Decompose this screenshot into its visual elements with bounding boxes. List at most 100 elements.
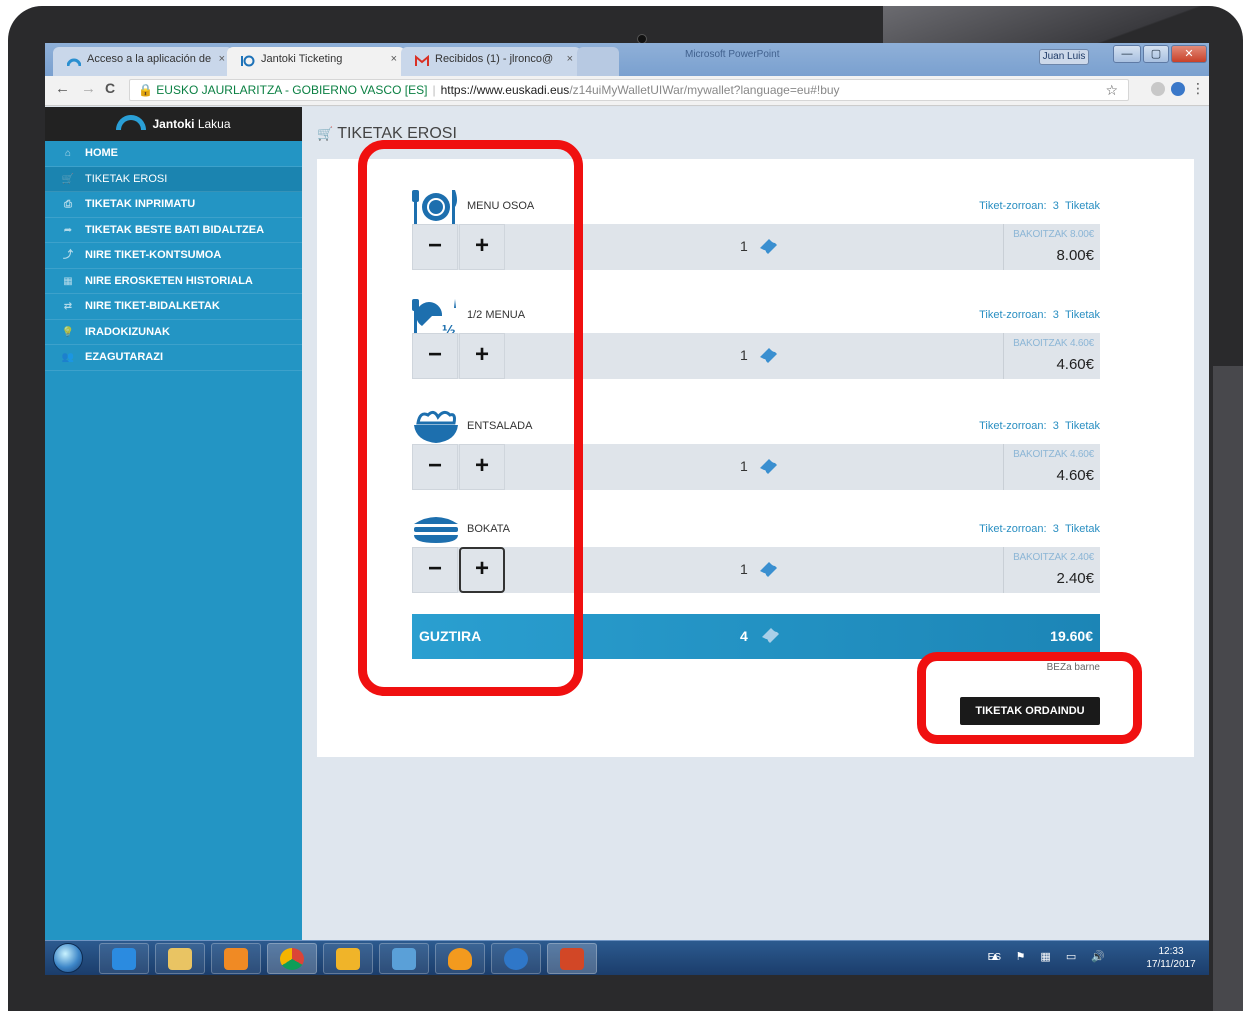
sidebar-item-label: NIRE EROSKETEN HISTORIALA (85, 274, 253, 287)
reload-icon[interactable]: C (105, 80, 115, 96)
bezel-side (1213, 366, 1243, 1011)
skype-icon (504, 948, 528, 970)
tab-label: Acceso a la aplicación de (87, 53, 212, 65)
url-input[interactable]: 🔒 EUSKO JAURLARITZA - GOBIERNO VASCO [ES… (129, 79, 1129, 101)
back-icon[interactable]: ← (55, 80, 70, 97)
taskbar-explorer[interactable] (155, 943, 205, 974)
browser-tabstrip: Acceso a la aplicación de × Jantoki Tick… (45, 43, 1209, 76)
sidebar-item-label: TIKETAK EROSI (85, 172, 168, 185)
arch-logo-icon (67, 58, 81, 67)
windows-taskbar: ES ▲ ⚑ ▦ ▭ 🔊 12:33 17/11/2017 (45, 940, 1209, 975)
taskbar-app[interactable] (379, 943, 429, 974)
ticket-icon (760, 459, 777, 474)
screen: Acceso a la aplicación de × Jantoki Tick… (45, 43, 1209, 975)
butterfly-icon (448, 948, 472, 970)
taskbar-powerpoint[interactable] (547, 943, 597, 974)
ticket-icon (760, 348, 777, 363)
ticket-icon (760, 562, 777, 577)
cart-icon: 🛒 (61, 173, 75, 185)
gmail-icon (415, 55, 429, 66)
unit-price-box: BAKOITZAK 4.60€ 4.60€ (1003, 333, 1100, 379)
clock-date: 17/11/2017 (1146, 959, 1196, 970)
sidebar-item-label: EZAGUTARAZI (85, 351, 164, 363)
media-player-icon (224, 948, 248, 970)
minimize-button[interactable]: — (1113, 45, 1141, 63)
sidebar-item-label: TIKETAK BESTE BATI BIDALTZEA (85, 223, 265, 236)
sidebar-item-purchase-history[interactable]: ▦ NIRE EROSKETEN HISTORIALA (45, 269, 302, 294)
wallet-availability: Tiket-zorroan: 3 Tiketak (979, 420, 1100, 432)
start-button[interactable] (53, 943, 83, 973)
share-icon: ➦ (63, 224, 73, 236)
clock-time: 12:33 (1158, 946, 1184, 957)
unit-price-label: BAKOITZAK 2.40€ (1013, 552, 1094, 563)
quantity-value: 1 (740, 347, 748, 363)
powerpoint-icon (560, 948, 584, 970)
unit-price-label: BAKOITZAK 8.00€ (1013, 229, 1094, 240)
internet-explorer-icon (112, 948, 136, 970)
users-icon: 👥 (61, 352, 75, 363)
tray-icons[interactable]: ▲ ⚑ ▦ ▭ 🔊 (990, 950, 1111, 963)
tab-close-icon[interactable]: × (219, 53, 225, 65)
sidebar-item-home[interactable]: ⌂ HOME (45, 141, 302, 167)
taskbar-ie[interactable] (99, 943, 149, 974)
print-icon: ⎙ (64, 199, 72, 210)
window-title-fragment: Microsoft PowerPoint (685, 49, 780, 60)
taskbar-butterfly[interactable] (435, 943, 485, 974)
bookmark-star-icon[interactable]: ☆ (1105, 80, 1118, 100)
tab-acceso[interactable]: Acceso a la aplicación de × (53, 47, 233, 76)
profile-chip[interactable]: Juan Luis (1039, 49, 1089, 65)
price: 2.40€ (1056, 570, 1094, 587)
sidebar-item-print-tickets[interactable]: ⎙ TIKETAK INPRIMATU (45, 192, 302, 218)
sidebar-item-label: NIRE TIKET-BIDALKETAK (85, 300, 220, 312)
highlight-pay-button (917, 652, 1142, 744)
url-host: https://www.euskadi.eus (440, 83, 570, 97)
sidebar-item-transfers[interactable]: ⇄ NIRE TIKET-BIDALKETAK (45, 294, 302, 320)
unit-price-label: BAKOITZAK 4.60€ (1013, 338, 1094, 349)
brand[interactable]: Jantoki Lakua (45, 107, 302, 141)
home-icon: ⌂ (64, 148, 72, 159)
main-content: 🛒 TIKETAK EROSI MENU OSOA Tiket-zorroan: … (302, 107, 1209, 940)
sidebar-item-suggestions[interactable]: 💡 IRADOKIZUNAK (45, 320, 302, 345)
tab-close-icon[interactable]: × (567, 53, 573, 65)
sidebar-item-introduce[interactable]: 👥 EZAGUTARAZI (45, 345, 302, 371)
chart-icon: ⤴ (63, 250, 73, 261)
sidebar-item-consumption[interactable]: ⤴ NIRE TIKET-KONTSUMOA (45, 243, 302, 269)
tab-label: Recibidos (1) - jlronco@ (435, 53, 554, 65)
extension-icon[interactable] (1151, 82, 1165, 96)
exchange-icon: ⇄ (63, 301, 73, 312)
new-tab-button[interactable] (577, 47, 619, 76)
price: 8.00€ (1056, 247, 1094, 264)
browser-menu-icon[interactable]: ⋮ (1191, 80, 1205, 97)
plate-icon (241, 55, 255, 67)
taskbar-skype[interactable] (491, 943, 541, 974)
tab-gmail[interactable]: Recibidos (1) - jlronco@ × (401, 47, 581, 76)
quantity-value: 1 (740, 561, 748, 577)
cart-icon: 🛒 (317, 126, 334, 141)
taskbar-chrome[interactable] (267, 943, 317, 974)
lightbulb-icon: 💡 (61, 326, 75, 338)
url-path: /z14uiMyWalletUIWar/mywallet?language=eu… (569, 83, 840, 97)
taskbar-media[interactable] (211, 943, 261, 974)
sidebar-item-label: TIKETAK INPRIMATU (85, 198, 196, 210)
unit-price-label: BAKOITZAK 4.60€ (1013, 449, 1094, 460)
tab-close-icon[interactable]: × (391, 53, 397, 65)
quantity-value: 1 (740, 458, 748, 474)
ticket-icon (762, 628, 779, 643)
unit-price-box: BAKOITZAK 2.40€ 2.40€ (1003, 547, 1100, 593)
close-window-button[interactable]: ✕ (1171, 45, 1207, 63)
ticket-icon (760, 239, 777, 254)
forward-icon[interactable]: → (81, 80, 96, 97)
extension-globe-icon[interactable] (1171, 82, 1185, 96)
clock[interactable]: 12:33 17/11/2017 (1141, 945, 1201, 971)
sidebar-item-buy-tickets[interactable]: 🛒 TIKETAK EROSI (45, 166, 302, 192)
wallet-availability: Tiket-zorroan: 3 Tiketak (979, 523, 1100, 535)
taskbar-outlook[interactable] (323, 943, 373, 974)
wallet-availability: Tiket-zorroan: 3 Tiketak (979, 309, 1100, 321)
quantity-value: 1 (740, 238, 748, 254)
tab-jantoki[interactable]: Jantoki Ticketing × (227, 47, 405, 76)
maximize-button[interactable]: ▢ (1143, 45, 1169, 63)
sidebar-item-send-tickets[interactable]: ➦ TIKETAK BESTE BATI BIDALTZEA (45, 218, 302, 243)
folder-icon (168, 948, 192, 970)
app-icon (392, 948, 416, 970)
app-area: Jantoki Lakua ⌂ HOME 🛒 TIKETAK EROSI ⎙ TIKE… (45, 107, 1209, 940)
